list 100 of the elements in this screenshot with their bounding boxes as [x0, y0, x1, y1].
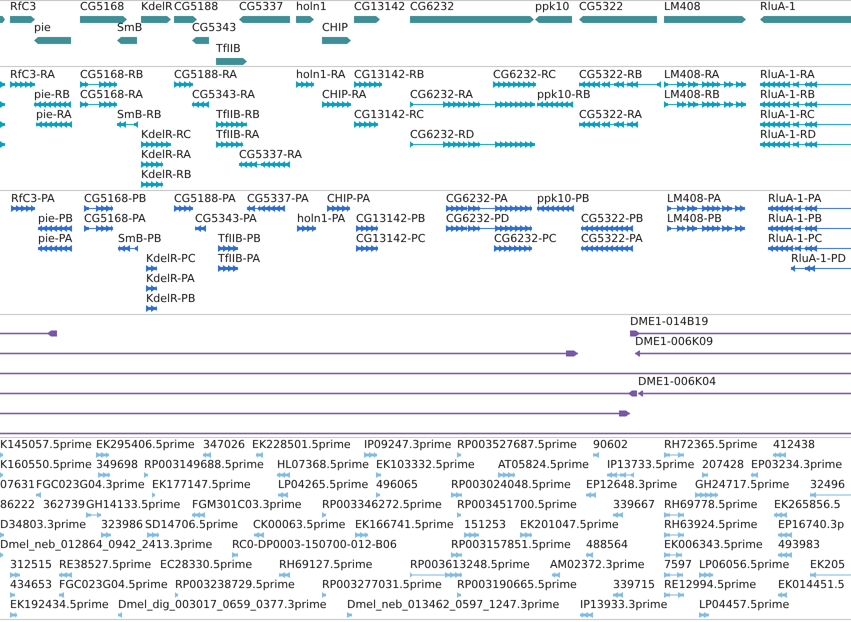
transcript-label: CG6232-RC: [493, 69, 556, 81]
gene-label: CG5188: [174, 1, 218, 13]
est-label: 323986: [101, 519, 143, 531]
protein-label: holn1-PA: [297, 213, 346, 225]
est-label: EP12648.3prime: [586, 479, 678, 491]
protein-label: TfIIB-PB: [218, 233, 261, 245]
est-label: EK006343.5prime: [664, 539, 763, 551]
est-label: RH63924.5prime: [664, 519, 758, 531]
transcript-label: LM408-RA: [664, 69, 720, 81]
protein-label: RfC3-PA: [11, 193, 55, 205]
est-label: EK177147.5prime: [152, 479, 251, 491]
protein-label: ppk10-PB: [537, 193, 590, 205]
est-label: Dmel_neb_012864_0942_2413.3prime: [0, 539, 212, 551]
est-label: EK103332.5prime: [376, 459, 475, 471]
transcript-label: CG13142-RC: [354, 109, 424, 121]
protein-label: RluA-1-PC: [768, 233, 822, 245]
est-label: 90602: [593, 439, 628, 451]
protein-label: CG13142-PC: [356, 233, 426, 245]
est-label: 412438: [773, 439, 815, 451]
est-label: 86222: [0, 499, 35, 511]
est-label: EK014451.5: [778, 579, 845, 591]
est-label: EP03234.3prime: [751, 459, 842, 471]
transcript-label: RluA-1-RB: [760, 89, 816, 101]
est-label: RP003157851.5prime: [451, 539, 571, 551]
gene-label: CG13142: [354, 1, 406, 13]
gene-label: CG5343: [192, 22, 236, 34]
est-label: RP003190665.5prime: [457, 579, 577, 591]
est-label: IP13733.5prime: [607, 459, 694, 471]
est-label: EK205: [810, 559, 846, 571]
gene-label: ppk10: [535, 1, 570, 13]
est-label: K160550.5prime: [0, 459, 92, 471]
protein-label: CG5168-PB: [84, 193, 146, 205]
est-label: RP003024048.5prime: [451, 479, 571, 491]
est-label: 339715: [613, 579, 655, 591]
gene-label: holn1: [296, 1, 327, 13]
est-label: 339667: [613, 499, 655, 511]
protein-label: KdelR-PA: [146, 273, 195, 285]
transcript-label: ppk10-RB: [537, 89, 590, 101]
est-label: RP003238729.5prime: [175, 579, 295, 591]
transcript-label: CG5322-RB: [579, 69, 642, 81]
protein-label: CG5337-PA: [247, 193, 309, 205]
transcript-label: TfIIB-RB: [216, 109, 260, 121]
transcript-label: LM408-RB: [664, 89, 720, 101]
gene-label: CG6232: [410, 1, 454, 13]
transcript-label: pie-RA: [36, 109, 72, 121]
protein-label: SmB-PB: [118, 233, 162, 245]
est-label: EK201047.5prime: [520, 519, 619, 531]
gene-label: CG5337: [239, 1, 284, 13]
transcript-label: RluA-1-RC: [760, 109, 815, 121]
est-label: LP06056.5prime: [699, 559, 790, 571]
est-label: 362739: [43, 499, 85, 511]
est-label: 496065: [376, 479, 418, 491]
protein-label: CG5322-PA: [581, 233, 643, 245]
est-label: EK228501.5prime: [252, 439, 351, 451]
est-label: FGC023G04.5prime: [59, 579, 168, 591]
est-label: IP09247.3prime: [364, 439, 452, 451]
transcript-label: TfIIB-RA: [216, 129, 260, 141]
gene-label: KdelR: [141, 1, 173, 13]
transcript-label: CG5188-RA: [174, 69, 237, 81]
gene-label: SmB: [117, 22, 142, 34]
est-label: 7597: [664, 559, 692, 571]
gene-label: CG5168: [80, 1, 124, 13]
protein-label: CG5168-PA: [84, 213, 146, 225]
est-label: 07631: [0, 479, 35, 491]
protein-label: pie-PA: [38, 233, 72, 245]
est-label: 151253: [464, 519, 506, 531]
est-label: RC0-DP0003-150700-012-B06: [232, 539, 397, 551]
transcript-label: CG5322-RA: [579, 109, 642, 121]
est-label: 32496: [810, 479, 845, 491]
protein-label: CG5343-PA: [195, 213, 257, 225]
est-label: EC28330.5prime: [160, 559, 252, 571]
protein-label: CG13142-PB: [356, 213, 426, 225]
transcript-label: CG6232-RA: [410, 89, 473, 101]
est-label: HL07368.5prime: [277, 459, 369, 471]
gene-label: RluA-1: [760, 1, 796, 13]
protein-label: CG5188-PA: [174, 193, 236, 205]
est-label: 434653: [10, 579, 52, 591]
transcript-label: CG5343-RA: [192, 89, 255, 101]
protein-label: pie-PB: [38, 213, 73, 225]
est-label: RP003346272.5prime: [322, 499, 442, 511]
protein-label: RluA-1-PB: [768, 213, 822, 225]
est-label: GH14133.5prime: [86, 499, 180, 511]
est-label: Dmel_dig_003017_0659_0377.3prime: [118, 599, 327, 611]
est-label: 349698: [96, 459, 138, 471]
transcript-label: KdelR-RC: [141, 129, 191, 141]
est-label: SD14706.5prime: [145, 519, 238, 531]
est-label: EK166741.5prime: [355, 519, 454, 531]
est-label: RE12994.5prime: [664, 579, 756, 591]
transcript-label: pie-RB: [34, 89, 70, 101]
est-label: AT05824.5prime: [498, 459, 589, 471]
transcript-label: RluA-1-RA: [760, 69, 815, 81]
est-label: RP003527687.5prime: [457, 439, 577, 451]
est-label: 488564: [586, 539, 628, 551]
protein-label: LM408-PA: [667, 193, 722, 205]
gene-label: pie: [34, 22, 51, 34]
est-label: 347026: [203, 439, 245, 451]
est-label: 312515: [10, 559, 52, 571]
transcript-label: CG5168-RB: [80, 69, 144, 81]
est-label: D34803.3prime: [0, 519, 86, 531]
protein-label: RluA-1-PD: [791, 253, 846, 265]
